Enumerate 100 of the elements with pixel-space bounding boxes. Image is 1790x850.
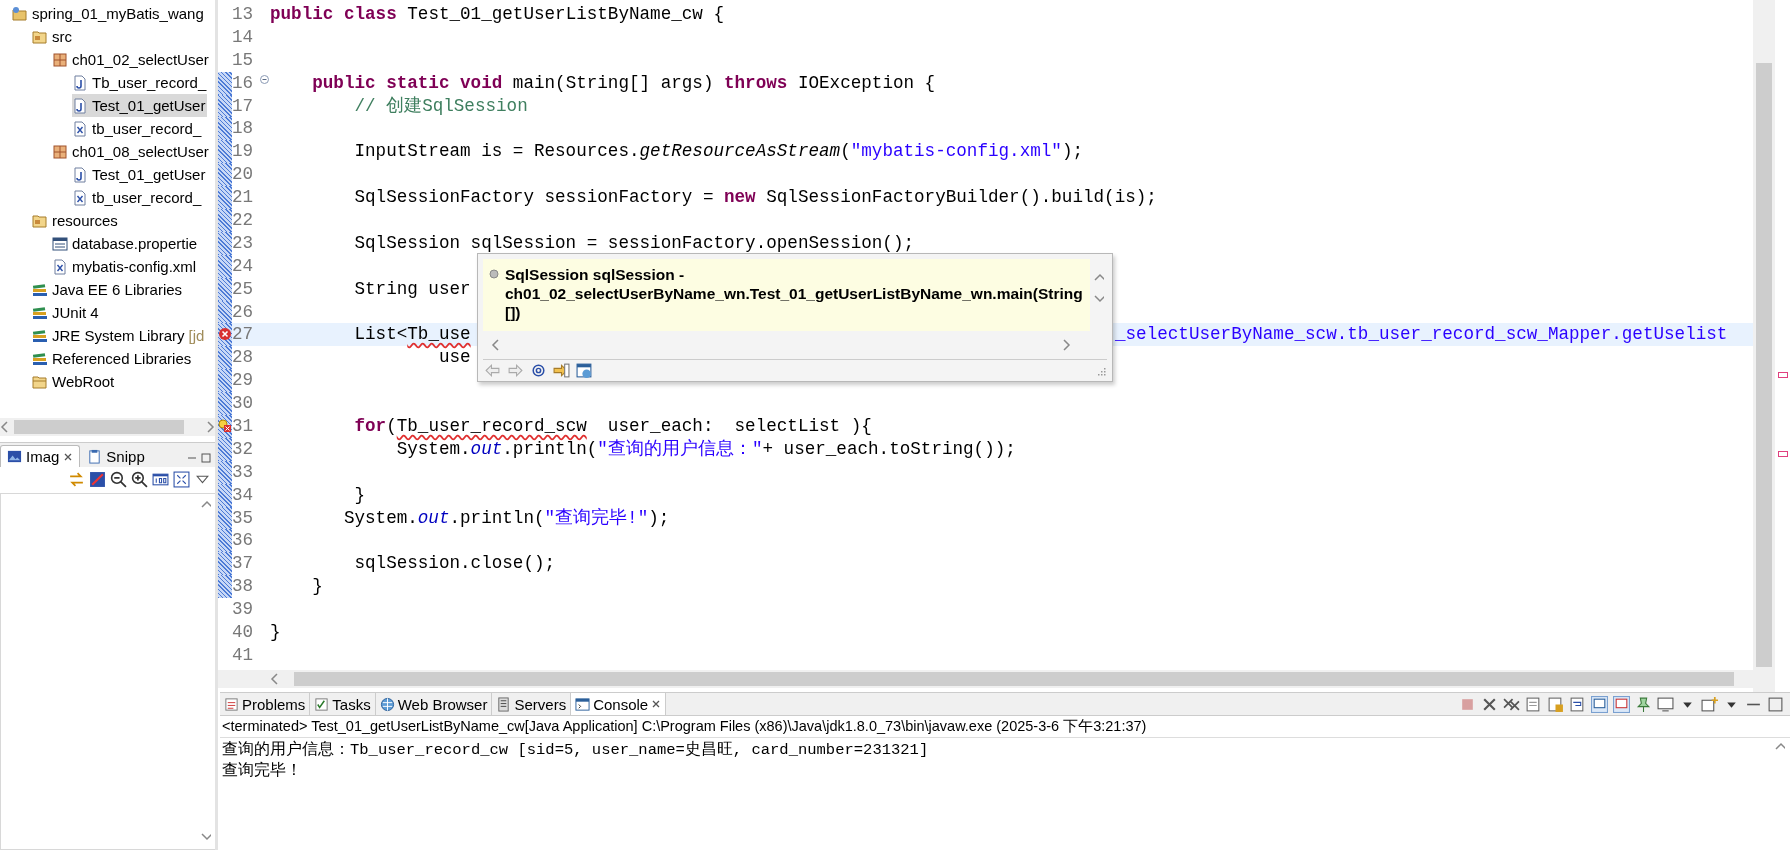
line-number: 13 <box>232 3 255 26</box>
tab[interactable]: Console <box>571 693 667 715</box>
console-icon <box>575 696 591 712</box>
tree-decoration: [jd <box>188 327 205 344</box>
open-declaration-icon[interactable] <box>553 362 570 379</box>
xml-file-icon <box>72 189 88 206</box>
library-icon <box>32 304 48 321</box>
tab[interactable]: Web Browser <box>375 693 493 715</box>
tree-item[interactable]: WebRoot <box>32 370 117 393</box>
image-edit-icon[interactable] <box>89 470 106 488</box>
tree-item[interactable]: ch01_02_selectUser <box>52 48 211 71</box>
line-number: 32 <box>232 437 255 461</box>
tree-item[interactable]: database.propertie <box>52 232 200 255</box>
code-line: // 创建SqlSession <box>353 94 528 118</box>
tree-item[interactable]: Referenced Libraries <box>32 347 194 370</box>
tree-item[interactable]: tb_user_record_ <box>72 186 204 209</box>
code-line: SqlSession sqlSession = sessionFactory.openSession(); <box>353 231 915 255</box>
word-wrap-icon[interactable] <box>1569 695 1586 713</box>
line-number: 16 <box>232 71 255 95</box>
line-number: 36 <box>232 529 255 553</box>
tab[interactable]: Tasks <box>310 693 376 715</box>
line-number: 25 <box>232 277 255 301</box>
back-icon[interactable] <box>484 362 501 379</box>
close-icon[interactable] <box>651 699 662 709</box>
server-icon <box>496 696 512 712</box>
scrollbar-thumb[interactable] <box>14 420 184 434</box>
console-output-line: 查询完毕！ <box>221 761 303 782</box>
line-number: 30 <box>232 392 255 416</box>
pin-icon[interactable] <box>1635 695 1652 713</box>
tab[interactable]: Problems <box>220 693 311 715</box>
resize-grip-icon[interactable] <box>1096 365 1106 376</box>
new-console-icon[interactable] <box>1701 695 1718 713</box>
package-icon <box>52 143 68 160</box>
code-line: SqlSessionFactory sessionFactory = new SqlSessionFactoryBuilder().build(is); <box>353 186 1157 209</box>
close-icon[interactable] <box>63 451 74 462</box>
package-folder-icon <box>32 212 48 229</box>
zoom-in-icon[interactable] <box>131 470 148 488</box>
scrollbar-thumb[interactable] <box>1756 63 1772 667</box>
tree-item[interactable]: JUnit 4 <box>32 301 101 324</box>
tree-item[interactable]: tb_user_record_ <box>72 117 204 140</box>
console-header: <terminated> Test_01_getUserListByName_cw[Java Application] C:\Program Files (x86)\Java\jdk1.8.0_73\bin\javaw.exe (2025-3-6 下午3:21:37) <box>220 716 1790 738</box>
scrollbar-thumb[interactable] <box>294 672 1734 686</box>
tree-item[interactable]: Test_01_getUser <box>72 163 208 186</box>
line-number: 39 <box>232 598 255 622</box>
checklist-icon <box>314 696 330 712</box>
line-number: 28 <box>232 346 255 370</box>
line-number: 29 <box>232 369 255 393</box>
scroll-lock-icon[interactable] <box>1547 695 1564 713</box>
error-mark[interactable] <box>1778 372 1788 378</box>
display-console-icon[interactable] <box>1657 695 1674 713</box>
line-number: 15 <box>232 48 255 72</box>
line-number: 18 <box>232 117 255 141</box>
error-mark[interactable] <box>1778 451 1788 457</box>
tab[interactable]: Snipp <box>80 445 152 467</box>
maximize-icon[interactable] <box>201 453 211 463</box>
java-file-icon <box>72 166 88 183</box>
line-number: 22 <box>232 209 255 232</box>
properties-file-icon <box>52 235 68 252</box>
package-icon <box>52 51 68 68</box>
line-number: 24 <box>232 254 255 278</box>
line-number: 40 <box>232 621 255 644</box>
line-number: 34 <box>232 483 255 507</box>
line-number: 33 <box>232 460 255 484</box>
browser-icon[interactable] <box>576 362 593 379</box>
maximize-icon[interactable] <box>1767 695 1784 713</box>
code-line: } <box>311 575 323 599</box>
fit-to-window-icon[interactable] <box>173 470 190 488</box>
tree-item[interactable]: Java EE 6 Libraries <box>32 278 185 301</box>
tree-item[interactable]: Tb_user_record_ <box>72 71 209 94</box>
xml-file-icon <box>52 258 68 275</box>
tree-item[interactable]: JRE System Library [jd <box>32 324 207 347</box>
tree-item[interactable]: src <box>32 25 74 48</box>
java-file-icon <box>72 74 88 91</box>
line-number: 14 <box>232 25 255 49</box>
line-number: 19 <box>232 140 255 164</box>
code-line: sqlSession.close(); <box>353 552 556 576</box>
code-line: System.out.println("查询完毕!"); <box>342 506 670 530</box>
hover-text: SqlSession sqlSession - ch01_02_selectUserByName_wn.Test_01_getUserListByName_wn.main(String[]) <box>505 265 1084 323</box>
folder-icon <box>32 373 48 390</box>
line-number: 26 <box>232 300 255 324</box>
tree-item[interactable]: ch01_08_selectUser <box>52 140 211 163</box>
tree-item[interactable]: mybatis-config.xml <box>52 255 199 278</box>
library-icon <box>32 281 48 298</box>
tree-item[interactable]: resources <box>32 209 120 232</box>
xml-file-icon <box>72 120 88 137</box>
package-folder-icon <box>32 28 48 45</box>
show-error-icon[interactable] <box>1613 695 1630 713</box>
tree-item[interactable]: Test_01_getUser <box>72 94 208 117</box>
forward-icon[interactable] <box>507 362 524 379</box>
tree-item[interactable]: spring_01_myBatis_wang <box>12 2 206 25</box>
clear-console-icon[interactable] <box>1525 695 1542 713</box>
collapse-icon[interactable] <box>260 74 269 84</box>
show-output-icon[interactable] <box>1591 695 1608 713</box>
code-line: } <box>270 621 281 644</box>
globe-icon <box>379 696 395 712</box>
zoom-out-icon[interactable] <box>110 470 127 488</box>
tab[interactable]: Imag <box>0 445 81 467</box>
console-output-line: 查询的用户信息：Tb_user_record_cw [sid=5, user_name=史昌旺, card_number=231321] <box>221 740 930 761</box>
line-number: 37 <box>232 552 255 576</box>
line-number: 17 <box>232 94 255 118</box>
